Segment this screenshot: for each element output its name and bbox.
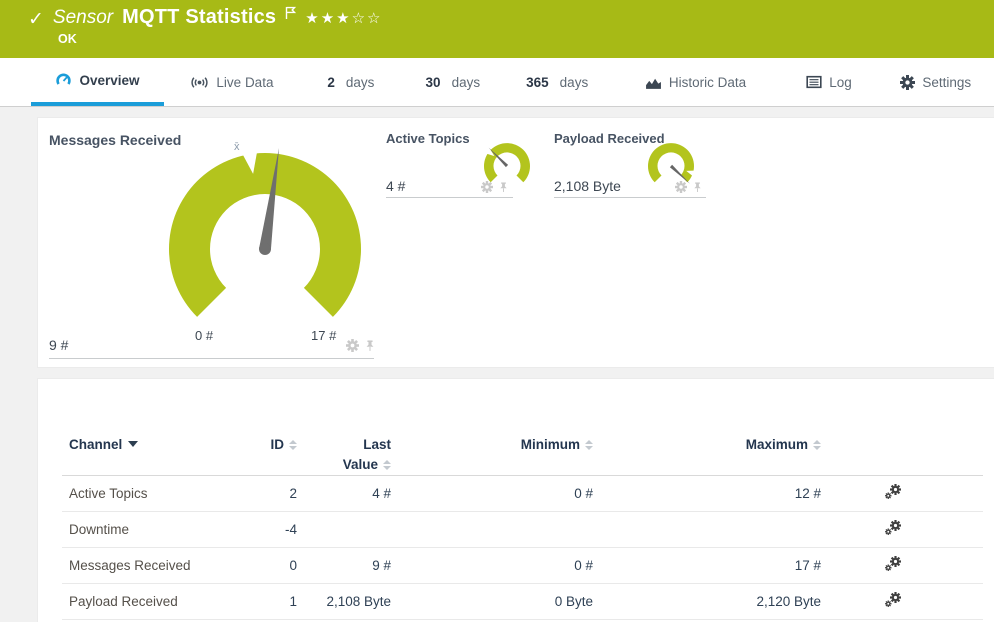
gauge-icon (56, 73, 72, 85)
priority-flag-icon (285, 6, 297, 25)
channel-settings-gears-icon[interactable] (883, 555, 902, 573)
tab-live-data[interactable]: Live Data (164, 58, 300, 106)
log-list-icon (806, 75, 822, 89)
column-header-channel[interactable]: Channel (62, 409, 212, 476)
channels-panel: Channel ID Last Value Minimum Maximum Ac… (37, 378, 994, 622)
live-signal-icon (191, 76, 208, 88)
status-check-icon: ✓ (28, 9, 44, 30)
widget-gear-icon[interactable] (481, 181, 493, 193)
table-row: Payload Received 1 2,108 Byte 0 Byte 2,1… (62, 583, 983, 620)
widget-pin-icon[interactable] (498, 181, 509, 193)
channel-settings-gears-icon[interactable] (883, 591, 902, 609)
widget-gear-icon[interactable] (346, 339, 359, 352)
widget-pin-icon[interactable] (364, 339, 376, 352)
table-row: Downtime -4 (62, 511, 983, 548)
table-row: Active Topics 2 4 # 0 # 12 # (62, 475, 983, 512)
channel-settings-gears-icon[interactable] (883, 483, 902, 501)
channel-settings-gears-icon[interactable] (883, 519, 902, 537)
gear-icon (900, 74, 916, 90)
channel-name: Active Topics (62, 475, 212, 512)
tab-2-days[interactable]: 2 days (300, 58, 402, 106)
column-header-maximum[interactable]: Maximum (593, 409, 821, 476)
channel-name: Messages Received (62, 547, 212, 584)
gauges-panel: Messages Received x̄ 0 # 17 # 9 # Active… (37, 117, 994, 368)
channel-name: Payload Received (62, 583, 212, 620)
widget-gear-icon[interactable] (675, 181, 687, 193)
widget-pin-icon[interactable] (692, 181, 703, 193)
messages-received-value: 9 # (49, 337, 69, 353)
sort-desc-icon (128, 441, 139, 447)
gauge-min-label: 0 # (195, 328, 214, 343)
payload-received-value: 2,108 Byte (554, 178, 621, 194)
column-header-minimum[interactable]: Minimum (391, 409, 593, 476)
average-marker-label: x̄ (234, 141, 240, 153)
sort-icon (383, 460, 391, 470)
page-content: Messages Received x̄ 0 # 17 # 9 # Active… (0, 107, 994, 622)
gauge-title-active-topics: Active Topics (386, 131, 470, 146)
tab-bar: Overview Live Data 2 days 30 days 365 da… (0, 58, 994, 107)
sensor-kind-label: Sensor (52, 7, 114, 28)
sort-icon (813, 440, 821, 450)
area-chart-icon (645, 78, 661, 89)
status-badge: OK (58, 32, 77, 46)
tab-365-days[interactable]: 365 days (504, 58, 611, 106)
table-row: Messages Received 0 9 # 0 # 17 # (62, 547, 983, 584)
tab-settings[interactable]: Settings (878, 58, 994, 106)
tab-30-days[interactable]: 30 days (402, 58, 504, 106)
tab-log[interactable]: Log (780, 58, 877, 106)
gauge-max-label: 17 # (311, 328, 337, 343)
channel-name: Downtime (62, 511, 212, 548)
tab-overview[interactable]: Overview (31, 58, 164, 106)
column-header-last-value[interactable]: Last Value (297, 409, 391, 476)
messages-received-gauge (169, 147, 361, 317)
channels-table: Channel ID Last Value Minimum Maximum Ac… (62, 409, 983, 620)
sort-icon (289, 440, 297, 450)
page-title: MQTT Statistics (122, 6, 277, 28)
priority-stars[interactable]: ★★★☆☆ (305, 9, 382, 27)
tab-historic-data[interactable]: Historic Data (611, 58, 781, 106)
active-topics-value: 4 # (386, 178, 406, 194)
sensor-header: ✓ Sensor MQTT Statistics ★★★☆☆ OK (0, 0, 994, 58)
column-header-id[interactable]: ID (212, 409, 297, 476)
sort-icon (585, 440, 593, 450)
